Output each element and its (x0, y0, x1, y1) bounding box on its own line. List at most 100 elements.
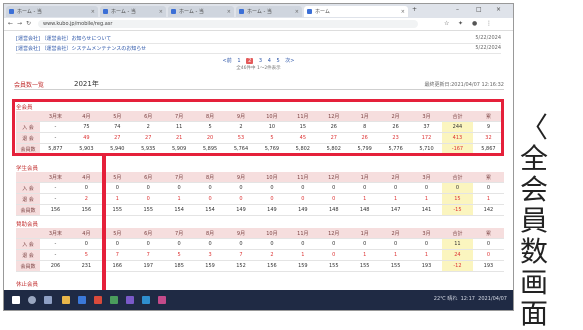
browser-tab[interactable]: ホーム - 当 × (100, 6, 166, 17)
search-icon[interactable] (28, 296, 36, 304)
close-icon[interactable]: × (91, 9, 95, 15)
reload-icon[interactable]: ↻ (26, 20, 31, 27)
app-icon[interactable] (158, 296, 166, 304)
table-cell: 197 (132, 260, 164, 272)
table-cell: 193 (411, 260, 442, 272)
table-cell: 155 (380, 260, 412, 272)
start-icon[interactable] (12, 296, 20, 304)
task-view-icon[interactable] (44, 296, 52, 304)
table-cell: 0 (441, 182, 473, 194)
page-link[interactable]: 4 (268, 58, 271, 64)
column-header: 累 (472, 172, 504, 183)
history-header: 会員数一覧 2021年 最終更新日:2021/04/07 12:16:32 (14, 79, 504, 90)
pointer-arrow (102, 156, 106, 292)
caption-char: 員 (519, 204, 548, 237)
table-cell: - (40, 182, 71, 194)
table-cell: 0 (256, 238, 288, 250)
page-link[interactable]: 1 (237, 58, 240, 64)
table-cell: 148 (318, 204, 350, 216)
table-row: 入 会 -0 0 0 0 0 0 0 0 0 0 0 0 11 0 (16, 238, 504, 250)
table-cell: 156 (70, 204, 102, 216)
table-cell: 1 (287, 249, 319, 261)
close-icon[interactable]: × (401, 9, 405, 15)
notice-row[interactable]: [運営会社] 〔運営会社〕システムメンテナンスのお知らせ 5/22/2024 (16, 44, 501, 54)
browser-tab-active[interactable]: ホーム × (304, 6, 408, 17)
table-cell: 156 (40, 204, 71, 216)
notice-link[interactable]: [運営会社] 〔運営会社〕お知らせについて (16, 35, 111, 42)
browser-tab[interactable]: ホーム - 当 × (236, 6, 302, 17)
table-cell: 0 (225, 182, 257, 194)
column-header: 2月 (380, 172, 412, 183)
table-cell: 155 (101, 204, 133, 216)
table-cell: 0 (411, 182, 442, 194)
browser-icon[interactable] (78, 296, 86, 304)
current-page[interactable]: 2 (246, 58, 254, 64)
app-icon[interactable] (142, 296, 150, 304)
close-icon[interactable]: × (227, 9, 231, 15)
table-cell: 155 (132, 204, 164, 216)
caption-char: 画 (519, 266, 548, 299)
table-cell: 0 (472, 182, 504, 194)
table-cell: 0 (318, 193, 350, 205)
extensions-icon[interactable]: ✦ (458, 20, 463, 27)
profile-icon[interactable]: ● (472, 20, 477, 27)
forward-icon[interactable]: → (17, 20, 22, 27)
table-cell: -12 (441, 260, 473, 272)
close-icon[interactable]: × (295, 9, 299, 15)
table-cell: 0 (163, 238, 195, 250)
table-cell: 1 (101, 193, 133, 205)
table-cell: 0 (132, 238, 164, 250)
column-header: 10月 (256, 172, 288, 183)
browser-tab[interactable]: ホーム - 当 × (6, 6, 98, 17)
browser-tab[interactable]: ホーム - 当 × (168, 6, 234, 17)
maximize-button[interactable]: □ (476, 6, 482, 13)
table-cell: 148 (349, 204, 381, 216)
highlight-box (12, 99, 504, 156)
notice-date: 5/22/2024 (475, 35, 501, 41)
section-title: 学生会員 (16, 166, 39, 172)
close-icon[interactable]: × (159, 9, 163, 15)
minimize-button[interactable]: – (456, 6, 459, 13)
bookmark-star-icon[interactable]: ☆ (444, 20, 449, 27)
table-cell: 0 (101, 182, 133, 194)
tab-title: ホーム (315, 9, 330, 15)
table-row: 退 会 -5 7 7 5 3 7 2 1 0 1 1 1 24 0 (16, 249, 504, 261)
taskbar: 22℃ 晴れ 12:17 2021/04/07 (4, 290, 513, 310)
table-row: 入 会-00000000000000 (16, 182, 504, 194)
next-page-link[interactable]: 次> (285, 58, 294, 64)
menu-icon[interactable]: ⋮ (486, 20, 492, 27)
app-icon[interactable] (126, 296, 134, 304)
notice-link[interactable]: [運営会社] 〔運営会社〕システムメンテナンスのお知らせ (16, 45, 146, 52)
system-tray[interactable]: 22℃ 晴れ 12:17 2021/04/07 (434, 295, 507, 302)
notice-row[interactable]: [運営会社] 〔運営会社〕お知らせについて 5/22/2024 (16, 34, 501, 44)
table-cell: 149 (225, 204, 257, 216)
column-header: 11月 (287, 228, 319, 239)
app-icon[interactable] (110, 296, 118, 304)
row-label: 入 会 (16, 238, 40, 250)
table-row: 会員数 206 231 166 197 185 159 152 156 159 155 155 155 1… (16, 260, 504, 272)
new-tab-button[interactable]: + (412, 6, 417, 13)
table-cell: 0 (287, 238, 319, 250)
app-icon[interactable] (94, 296, 102, 304)
table-cell: 147 (380, 204, 412, 216)
table-cell: 5 (70, 249, 102, 261)
url-field[interactable]: www.kubo.jp/mobile/reg.asr (38, 20, 418, 28)
prev-page-link[interactable]: <前 (223, 58, 232, 64)
favicon-icon (239, 9, 244, 14)
tab-title: ホーム - 当 (179, 9, 204, 15)
close-window-button[interactable]: × (496, 6, 501, 13)
section-title: 休止会員 (16, 282, 39, 288)
back-icon[interactable]: ← (8, 20, 13, 27)
year-selector[interactable]: 2021年 (74, 79, 99, 89)
table-cell: 166 (101, 260, 133, 272)
row-label: 会員数 (16, 204, 40, 216)
member-table: 3月末 4月 5月 6月 7月 8月 9月 10月 11月 12月 1月 2月 3月 合計累入 会-000… (16, 172, 504, 216)
table-cell: 15 (441, 193, 473, 205)
table-cell: 0 (256, 193, 288, 205)
page-link[interactable]: 3 (259, 58, 262, 64)
favicon-icon (103, 9, 108, 14)
explorer-icon[interactable] (62, 296, 70, 304)
row-label: 退 会 (16, 193, 40, 205)
page-link[interactable]: 5 (276, 58, 279, 64)
member-table: 3月末 4月 5月 6月 7月 8月 9月 10月 11月 12月 1月 2月 3月 合計累入 会-000… (16, 228, 504, 272)
